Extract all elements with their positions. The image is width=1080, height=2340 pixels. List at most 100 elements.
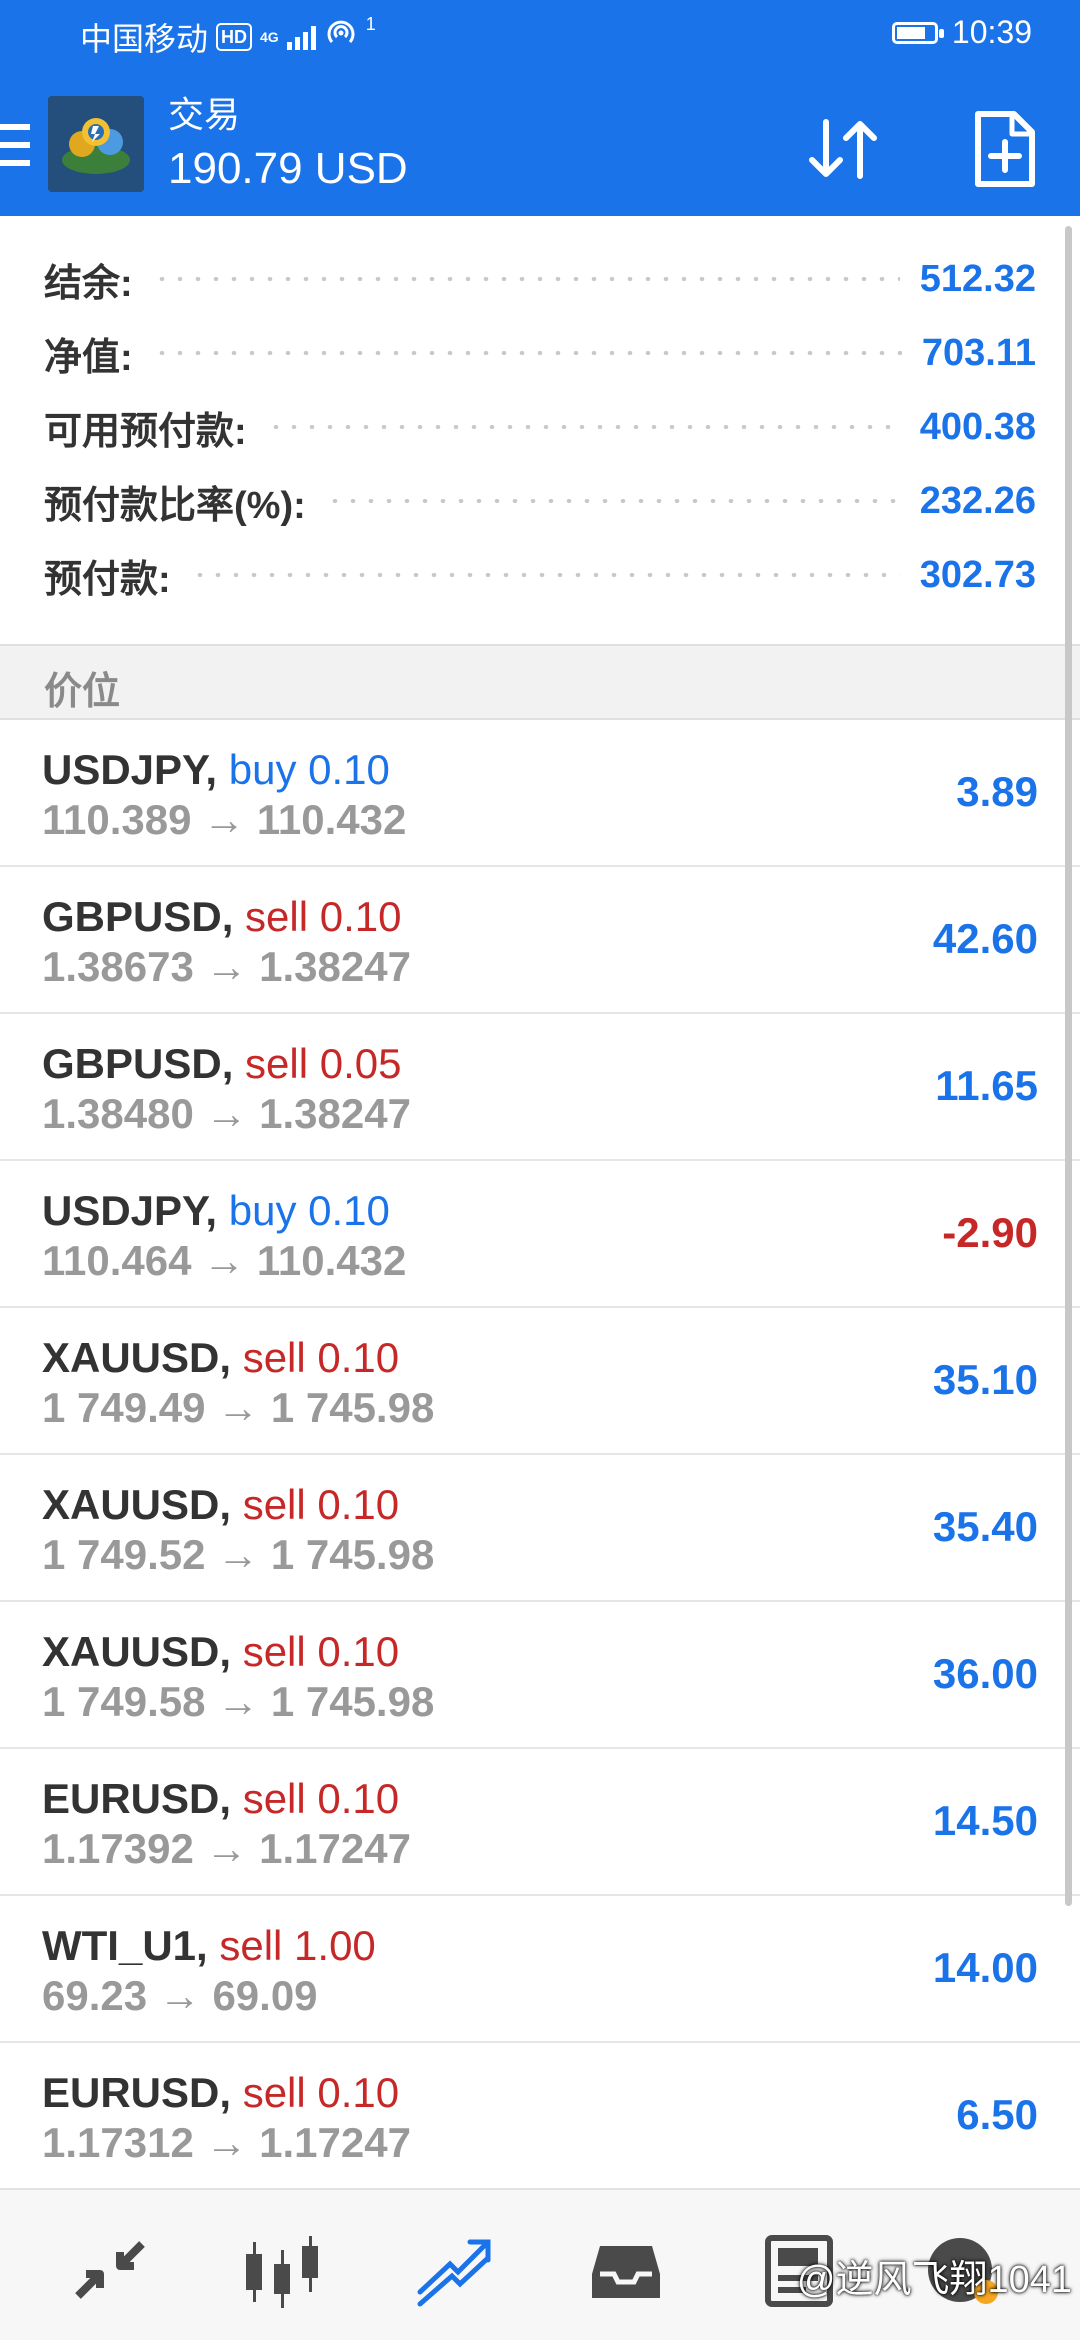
position-action: sell 0.10	[242, 1775, 400, 1822]
position-header: WTI_U1, sell 1.00	[42, 1922, 376, 1970]
position-header: XAUUSD, sell 0.10	[42, 1628, 399, 1676]
chart-icon[interactable]	[242, 2230, 322, 2310]
position-prices: 1.17312 → 1.17247	[42, 2119, 411, 2166]
position-prices: 1 749.52 → 1 745.98	[42, 1531, 435, 1578]
position-profit: 11.65	[935, 1062, 1038, 1109]
position-header: USDJPY, buy 0.10	[42, 1187, 390, 1235]
status-right: 10:39	[891, 14, 1032, 51]
signal-icon	[286, 24, 316, 50]
section-title: 价位	[44, 671, 121, 713]
dot-leader	[190, 573, 900, 577]
position-row[interactable]: GBPUSD, sell 0.05 1.38480 → 1.38247 11.65	[0, 1014, 1080, 1161]
sort-icon[interactable]	[800, 104, 890, 194]
position-symbol: EURUSD,	[42, 2069, 232, 2116]
summary-row-margin: 预付款: 302.73	[44, 540, 1036, 610]
position-action: sell 1.00	[219, 1922, 376, 1969]
new-order-icon[interactable]	[960, 104, 1050, 194]
position-prices: 1.38480 → 1.38247	[42, 1090, 411, 1137]
position-action: sell 0.05	[245, 1040, 402, 1087]
summary-value: 400.38	[919, 405, 1036, 448]
position-header: GBPUSD, sell 0.10	[42, 893, 401, 941]
position-action: buy 0.10	[228, 1187, 390, 1234]
summary-label: 预付款比率(%):	[44, 484, 306, 527]
menu-icon[interactable]	[0, 124, 30, 166]
header-balance: 190.79 USD	[168, 144, 408, 193]
history-icon[interactable]	[586, 2230, 666, 2310]
scrollbar[interactable]	[1065, 226, 1072, 1906]
status-bar: 中国移动 HD 4G 1 10:39	[0, 0, 1080, 72]
position-row[interactable]: EURUSD, sell 0.10 1.17392 → 1.17247 14.50	[0, 1749, 1080, 1896]
position-row[interactable]: XAUUSD, sell 0.10 1 749.52 → 1 745.98 35.4…	[0, 1455, 1080, 1602]
position-profit: 14.00	[932, 1944, 1038, 1991]
position-action: sell 0.10	[242, 1628, 400, 1675]
battery-icon	[891, 21, 944, 44]
position-symbol: XAUUSD,	[42, 1481, 232, 1528]
position-symbol: XAUUSD,	[42, 1334, 232, 1381]
network-type: 4G	[260, 29, 279, 45]
dot-leader	[266, 425, 900, 429]
app-header: 中国移动 HD 4G 1 10:39 交易 190.79 USD	[0, 0, 1080, 216]
position-prices: 110.389 → 110.432	[42, 796, 407, 843]
position-action: sell 0.10	[245, 893, 402, 940]
position-header: XAUUSD, sell 0.10	[42, 1334, 399, 1382]
quotes-icon[interactable]	[70, 2230, 150, 2310]
position-symbol: USDJPY,	[42, 1187, 218, 1234]
position-symbol: EURUSD,	[42, 1775, 232, 1822]
account-summary: 结余: 512.32 净值: 703.11 可用预付款: 400.38 预付款比…	[0, 216, 1080, 644]
carrier-name: 中国移动	[80, 21, 209, 57]
position-profit: -2.90	[942, 1209, 1038, 1256]
hotspot-icon	[324, 18, 358, 56]
hotspot-count: 1	[365, 14, 376, 34]
position-action: sell 0.10	[242, 1334, 400, 1381]
position-header: GBPUSD, sell 0.05	[42, 1040, 401, 1088]
summary-label: 结余:	[44, 262, 133, 305]
position-symbol: WTI_U1,	[42, 1922, 208, 1969]
clock: 10:39	[951, 14, 1032, 50]
metatrader-logo	[48, 96, 144, 192]
summary-row-free-margin: 可用预付款: 400.38	[44, 392, 1036, 462]
position-action: buy 0.10	[228, 746, 390, 793]
position-action: sell 0.10	[242, 2069, 400, 2116]
summary-value: 703.11	[921, 331, 1036, 374]
position-action: sell 0.10	[242, 1481, 400, 1528]
summary-label: 净值:	[44, 336, 133, 379]
position-profit: 14.50	[932, 1797, 1038, 1844]
position-prices: 1.38673 → 1.38247	[42, 943, 411, 990]
position-prices: 110.464 → 110.432	[42, 1237, 407, 1284]
position-row[interactable]: EURUSD, sell 0.10 1.17312 → 1.17247 6.50	[0, 2043, 1080, 2190]
summary-value: 302.73	[919, 553, 1036, 596]
position-row[interactable]: USDJPY, buy 0.10 110.389 → 110.432 3.89	[0, 720, 1080, 867]
position-row[interactable]: GBPUSD, sell 0.10 1.38673 → 1.38247 42.60	[0, 867, 1080, 1014]
position-profit: 6.50	[956, 2091, 1038, 2138]
dot-leader	[325, 499, 900, 503]
position-row[interactable]: XAUUSD, sell 0.10 1 749.58 → 1 745.98 36.0…	[0, 1602, 1080, 1749]
position-prices: 1.17392 → 1.17247	[42, 1825, 411, 1872]
dot-leader	[152, 277, 900, 281]
trade-icon[interactable]	[414, 2230, 494, 2310]
dot-leader	[152, 351, 902, 355]
position-symbol: GBPUSD,	[42, 893, 234, 940]
position-header: USDJPY, buy 0.10	[42, 746, 390, 794]
position-symbol: USDJPY,	[42, 746, 218, 793]
position-profit: 35.40	[932, 1503, 1038, 1550]
hd-badge: HD	[216, 23, 253, 51]
position-profit: 35.10	[932, 1356, 1038, 1403]
page-title: 交易	[168, 94, 241, 135]
position-profit: 3.89	[956, 768, 1038, 815]
summary-label: 预付款:	[44, 558, 171, 601]
summary-row-equity: 净值: 703.11	[44, 318, 1036, 388]
position-row[interactable]: WTI_U1, sell 1.00 69.23 → 69.09 14.00	[0, 1896, 1080, 2043]
position-header: XAUUSD, sell 0.10	[42, 1481, 399, 1529]
position-header: EURUSD, sell 0.10	[42, 2069, 399, 2117]
position-prices: 1 749.49 → 1 745.98	[42, 1384, 435, 1431]
position-symbol: XAUUSD,	[42, 1628, 232, 1675]
position-row[interactable]: USDJPY, buy 0.10 110.464 → 110.432 -2.90	[0, 1161, 1080, 1308]
position-prices: 1 749.58 → 1 745.98	[42, 1678, 435, 1725]
summary-value: 232.26	[919, 479, 1036, 522]
positions-section-header: 价位	[0, 644, 1080, 720]
position-profit: 36.00	[932, 1650, 1038, 1697]
summary-row-balance: 结余: 512.32	[44, 244, 1036, 314]
status-left: 中国移动 HD 4G 1	[80, 14, 376, 60]
position-symbol: GBPUSD,	[42, 1040, 234, 1087]
position-row[interactable]: XAUUSD, sell 0.10 1 749.49 → 1 745.98 35.1…	[0, 1308, 1080, 1455]
